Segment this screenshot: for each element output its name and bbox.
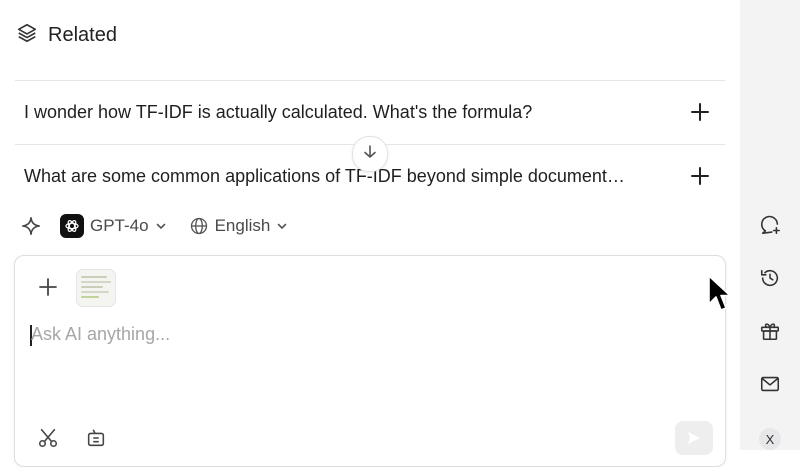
ask-ai-input[interactable]: Ask AI anything... [31, 324, 170, 345]
gift-icon[interactable] [758, 319, 782, 343]
send-icon [686, 430, 702, 446]
chevron-down-icon [276, 220, 288, 232]
plus-icon[interactable] [689, 101, 711, 123]
mouse-cursor-icon [708, 275, 732, 318]
close-button[interactable]: X [759, 428, 781, 450]
composer: Ask AI anything... [14, 255, 726, 467]
model-label: GPT-4o [90, 216, 149, 235]
model-selector[interactable]: GPT-4o [60, 214, 167, 238]
main-panel: Related I wonder how TF-IDF is actually … [0, 0, 740, 467]
related-title: Related [48, 24, 117, 46]
language-label: English [214, 216, 271, 235]
sparkle-icon[interactable] [20, 215, 42, 237]
related-header: Related [16, 22, 117, 49]
new-chat-icon[interactable] [758, 213, 782, 237]
scroll-down-button[interactable] [352, 136, 388, 172]
mail-icon[interactable] [758, 372, 782, 396]
plus-icon[interactable] [689, 165, 711, 187]
attachment-thumbnail[interactable] [76, 269, 116, 307]
robot-icon[interactable] [85, 427, 107, 449]
composer-toolbar: GPT-4o English [20, 212, 288, 240]
related-question-1[interactable]: I wonder how TF-IDF is actually calculat… [15, 81, 725, 143]
related-question-text: What are some common applications of TF-… [24, 165, 625, 186]
add-attachment-button[interactable] [37, 276, 59, 298]
openai-logo-icon [60, 214, 84, 238]
history-icon[interactable] [758, 266, 782, 290]
globe-icon [189, 216, 209, 236]
language-selector[interactable]: English [189, 216, 289, 236]
scissors-icon[interactable] [37, 427, 59, 449]
layers-icon [16, 22, 38, 49]
arrow-down-icon [362, 144, 378, 165]
related-question-text: I wonder how TF-IDF is actually calculat… [24, 101, 533, 122]
chevron-down-icon [155, 220, 167, 232]
